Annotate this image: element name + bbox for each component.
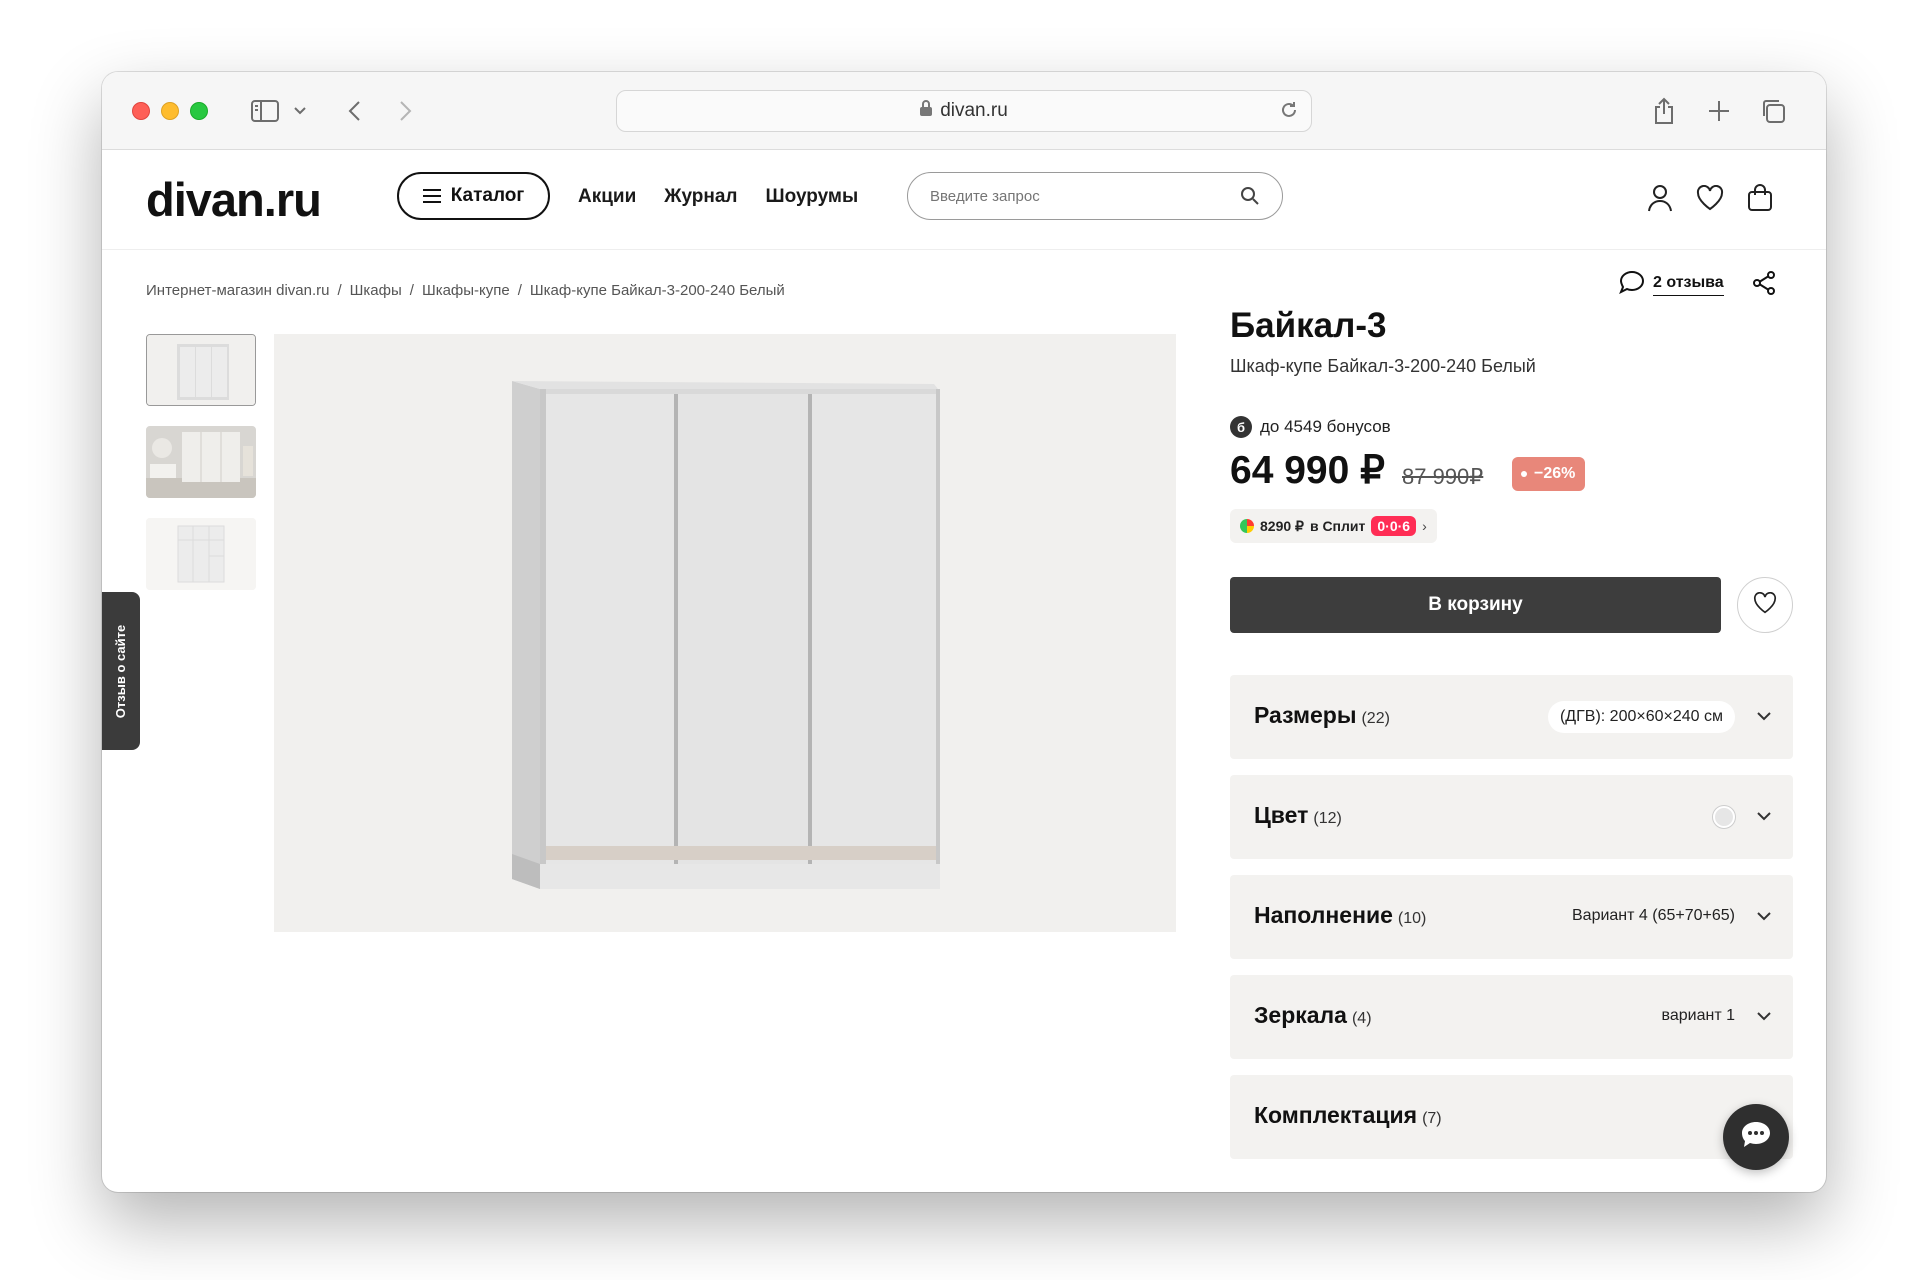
option-sizes[interactable]: Размеры (22) (ДГВ): 200×60×240 см — [1230, 675, 1793, 759]
chevron-down-icon — [1757, 908, 1771, 926]
split-amount: 8290 ₽ — [1260, 517, 1304, 534]
product-main-image[interactable] — [274, 334, 1176, 932]
split-text: в Сплит — [1309, 518, 1366, 534]
sidebar-toggle-icon[interactable] — [248, 96, 282, 126]
bonus-text: до 4549 бонусов — [1260, 417, 1391, 436]
chevron-down-icon — [1757, 808, 1771, 826]
breadcrumb: Интернет-магазин divan.ru / Шкафы / Шкаф… — [146, 282, 785, 299]
nav-journal[interactable]: Журнал — [664, 186, 737, 208]
nav-showrooms[interactable]: Шоурумы — [766, 186, 859, 208]
option-label: Размеры (22) — [1254, 702, 1390, 728]
catalog-label: Каталог — [450, 185, 525, 206]
share-icon[interactable] — [1752, 270, 1776, 301]
chat-button[interactable] — [1723, 1104, 1789, 1170]
catalog-button[interactable]: Каталог — [397, 172, 550, 220]
option-filling[interactable]: Наполнение (10) Вариант 4 (65+70+65) — [1230, 875, 1793, 959]
breadcrumb-item[interactable]: Шкафы — [350, 282, 402, 299]
breadcrumb-item[interactable]: Интернет-магазин divan.ru — [146, 282, 330, 299]
tabs-overview-icon[interactable] — [1758, 96, 1788, 126]
nav-promotions[interactable]: Акции — [578, 186, 636, 208]
product-subtitle: Шкаф-купе Байкал-3-200-240 Белый — [1230, 356, 1536, 376]
browser-toolbar: divan.ru — [102, 72, 1826, 150]
lock-icon — [920, 100, 933, 122]
back-icon[interactable] — [342, 96, 366, 126]
thumbnail-interior[interactable] — [146, 426, 256, 498]
search-input[interactable] — [930, 187, 1230, 205]
address-bar[interactable]: divan.ru — [616, 90, 1312, 132]
search-icon[interactable] — [1240, 186, 1260, 210]
option-label: Наполнение (10) — [1254, 902, 1427, 928]
url-text: divan.ru — [940, 100, 1008, 121]
reload-icon[interactable] — [1279, 100, 1299, 126]
chevron-right-icon: › — [1422, 518, 1427, 534]
forward-icon[interactable] — [394, 96, 418, 126]
heart-icon[interactable] — [1694, 182, 1726, 214]
bonus-info: б до 4549 бонусов — [1230, 416, 1391, 438]
breadcrumb-item[interactable]: Шкафы-купе — [422, 282, 510, 299]
breadcrumb-separator: / — [337, 282, 342, 299]
feedback-label: Отзыв о сайте — [113, 624, 129, 718]
add-to-cart-button[interactable]: В корзину — [1230, 577, 1721, 633]
bag-icon[interactable] — [1744, 182, 1776, 214]
chevron-down-icon — [1757, 708, 1771, 726]
breadcrumb-separator: / — [409, 282, 414, 299]
option-mirrors[interactable]: Зеркала (4) вариант 1 — [1230, 975, 1793, 1059]
split-payment-button[interactable]: 8290 ₽ в Сплит 0·0·6 › — [1230, 509, 1437, 543]
chevron-down-icon[interactable] — [292, 96, 308, 126]
chat-icon — [1739, 1119, 1773, 1156]
site-feedback-tab[interactable]: Отзыв о сайте — [102, 592, 140, 750]
comment-icon — [1619, 270, 1645, 299]
main-nav: Акции Журнал Шоурумы — [578, 186, 858, 208]
chevron-down-icon — [1757, 1008, 1771, 1026]
thumbnail-open[interactable] — [146, 518, 256, 590]
current-price: 64 990 ₽ — [1230, 449, 1385, 492]
minimize-window-button[interactable] — [161, 102, 179, 120]
option-label: Цвет (12) — [1254, 802, 1342, 828]
menu-icon — [422, 185, 441, 207]
browser-window: divan.ru divan.ru Каталог Акции Журнал Ш… — [102, 72, 1826, 1192]
reviews-count: 2 отзыва — [1653, 274, 1724, 296]
option-value: (ДГВ): 200×60×240 см — [1547, 701, 1735, 733]
color-swatch-white — [1713, 806, 1735, 828]
user-icon[interactable] — [1644, 182, 1676, 214]
option-label: Зеркала (4) — [1254, 1002, 1372, 1028]
new-tab-icon[interactable] — [1706, 96, 1732, 126]
option-label: Комплектация (7) — [1254, 1102, 1442, 1128]
site-logo[interactable]: divan.ru — [146, 172, 322, 227]
product-title: Байкал-3 — [1230, 306, 1387, 345]
option-configuration[interactable]: Комплектация (7) — [1230, 1075, 1793, 1159]
breadcrumb-current: Шкаф-купе Байкал-3-200-240 Белый — [529, 282, 785, 299]
add-to-favorites-button[interactable] — [1737, 577, 1793, 633]
reviews-link[interactable]: 2 отзыва — [1619, 270, 1724, 299]
close-window-button[interactable] — [132, 102, 150, 120]
option-value: Вариант 4 (65+70+65) — [1572, 907, 1735, 924]
share-browser-icon[interactable] — [1650, 96, 1678, 126]
breadcrumb-separator: / — [517, 282, 522, 299]
split-logo-icon — [1240, 519, 1254, 533]
option-value: вариант 1 — [1661, 1007, 1735, 1024]
old-price: 87 990₽ — [1402, 464, 1484, 489]
site-header: divan.ru Каталог Акции Журнал Шоурумы — [102, 150, 1826, 250]
search-box — [907, 172, 1283, 220]
zoom-window-button[interactable] — [190, 102, 208, 120]
option-color[interactable]: Цвет (12) — [1230, 775, 1793, 859]
bonus-icon: б — [1230, 416, 1252, 438]
thumbnail-front[interactable] — [146, 334, 256, 406]
split-badge: 0·0·6 — [1371, 516, 1417, 536]
heart-icon — [1753, 591, 1777, 619]
discount-badge: −26% — [1512, 457, 1586, 491]
